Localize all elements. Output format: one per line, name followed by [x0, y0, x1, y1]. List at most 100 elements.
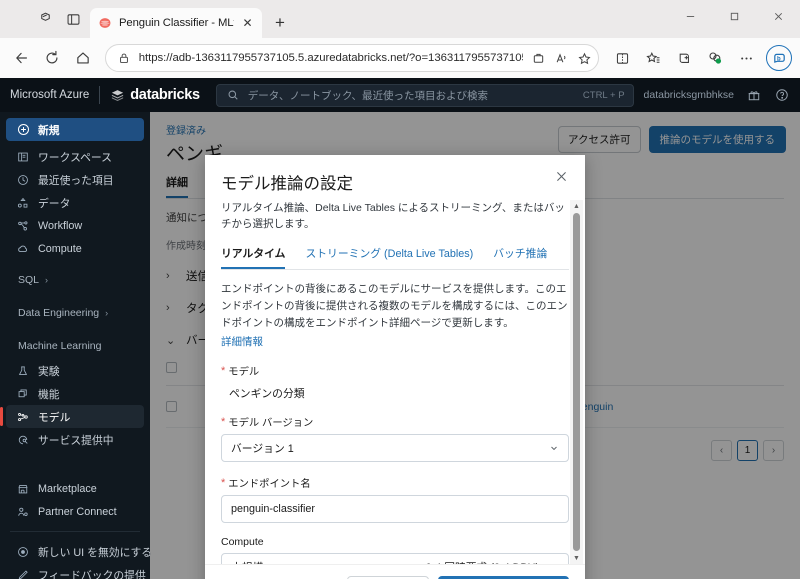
- sidebar-item-disable-new-ui[interactable]: 新しい UI を無効にする: [6, 540, 152, 563]
- sidebar-group-label: SQL: [18, 274, 40, 286]
- endpoint-label-row: * エンドポイント名: [221, 475, 569, 490]
- model-label: モデル: [228, 367, 260, 379]
- feature-icon: [16, 387, 30, 401]
- tab-split-icon[interactable]: [64, 10, 82, 28]
- required-marker: *: [221, 415, 226, 428]
- left-sidebar: 新規 ワークスペース 最近使った項目 データ Workflow Compute …: [0, 112, 152, 579]
- version-label-row: * モデル バージョン: [221, 414, 569, 429]
- tab-collections-icon[interactable]: [36, 10, 54, 28]
- sidebar-group-label: Data Engineering: [18, 307, 100, 319]
- sidebar-item-features[interactable]: 機能: [6, 382, 144, 405]
- extensions-icon[interactable]: [700, 43, 730, 73]
- collections-icon[interactable]: [530, 50, 546, 66]
- required-marker: *: [221, 476, 226, 489]
- gift-icon[interactable]: [746, 87, 762, 103]
- settings-more-icon[interactable]: [731, 43, 761, 73]
- browser-window: Penguin Classifier - MLflow Mode ✕ +: [0, 0, 800, 579]
- databricks-topbar: Microsoft Azure databricks データ、ノートブック、最近…: [0, 78, 800, 112]
- sidebar-divider: [10, 531, 140, 532]
- new-tab-button[interactable]: +: [266, 9, 294, 37]
- browser-tab[interactable]: Penguin Classifier - MLflow Mode ✕: [90, 8, 262, 38]
- workflow-icon: [16, 219, 30, 233]
- sidebar-label: Marketplace: [38, 482, 97, 495]
- favorite-star-icon[interactable]: [576, 50, 592, 66]
- sidebar-group-sql[interactable]: SQL ›: [0, 267, 150, 293]
- dialog-footer: キャンセル エンドポイントの作成: [205, 564, 585, 579]
- compute-size-select[interactable]: 小規模 0-4 同時要求 (0-4 DBU): [221, 553, 569, 564]
- global-search-placeholder: データ、ノートブック、最近使った項目および検索: [247, 89, 489, 102]
- sidebar-new-button[interactable]: 新規: [6, 118, 144, 141]
- copilot-icon[interactable]: b: [766, 45, 793, 71]
- page-viewport: Microsoft Azure databricks データ、ノートブック、最近…: [0, 78, 800, 579]
- scroll-down-arrow[interactable]: ▼: [573, 552, 580, 564]
- address-bar[interactable]: https://adb-1363117955737105.5.azuredata…: [104, 44, 600, 72]
- workspace-name[interactable]: databricksgmbhkse: [644, 89, 734, 101]
- topbar-divider: [99, 86, 101, 104]
- endpoint-name-input[interactable]: penguin-classifier: [221, 495, 569, 524]
- sidebar-group-machine-learning[interactable]: Machine Learning: [0, 333, 150, 359]
- dialog-scrollbar[interactable]: ▲ ▼: [570, 200, 583, 564]
- browser-toolbar: https://adb-1363117955737105.5.azuredata…: [0, 38, 800, 78]
- sidebar-label: 新しい UI を無効にする: [38, 546, 153, 559]
- scrollbar-thumb[interactable]: [573, 213, 580, 551]
- lock-icon: [116, 50, 132, 66]
- browser-essentials-icon[interactable]: [669, 43, 699, 73]
- toolbar-right-icons: b: [607, 43, 793, 73]
- sidebar-group-label: Machine Learning: [18, 340, 102, 352]
- sidebar-item-experiments[interactable]: 実験: [6, 359, 144, 382]
- sidebar-item-models[interactable]: モデル: [0, 405, 144, 428]
- dialog-title: モデル推論の設定: [221, 175, 353, 193]
- chevron-down-icon: [549, 443, 559, 453]
- scroll-up-arrow[interactable]: ▲: [573, 200, 580, 212]
- tab-realtime[interactable]: リアルタイム: [221, 245, 286, 269]
- workspace-icon: [16, 150, 30, 164]
- address-bar-url: https://adb-1363117955737105.5.azuredata…: [138, 52, 524, 64]
- browser-tab-title: Penguin Classifier - MLflow Mode: [119, 17, 234, 29]
- compute-detail: 0-4 同時要求 (0-4 DBU): [426, 559, 539, 564]
- browser-tabstrip: Penguin Classifier - MLflow Mode ✕ +: [0, 0, 800, 38]
- sidebar-item-data[interactable]: データ: [6, 191, 144, 214]
- reload-button[interactable]: [38, 43, 66, 73]
- cloud-icon: [16, 242, 30, 256]
- dialog-description: エンドポイントの背後にあるこのモデルにサービスを提供します。このエンドポイントの…: [221, 282, 568, 330]
- window-minimize-button[interactable]: [668, 0, 712, 32]
- sidebar-item-recents[interactable]: 最近使った項目: [6, 168, 144, 191]
- sidebar-item-provide-feedback[interactable]: フィードバックの提供: [6, 563, 146, 579]
- read-aloud-icon[interactable]: [553, 50, 569, 66]
- sidebar-label: サービス提供中: [38, 434, 114, 447]
- tab-close-icon[interactable]: ✕: [241, 17, 254, 30]
- sidebar-group-data-engineering[interactable]: Data Engineering ›: [0, 300, 150, 326]
- sidebar-item-compute[interactable]: Compute: [6, 237, 144, 260]
- sidebar-item-marketplace[interactable]: Marketplace: [6, 477, 144, 500]
- window-controls: [668, 0, 800, 32]
- sidebar-label: フィードバックの提供: [38, 569, 146, 579]
- chevron-right-icon: ›: [105, 308, 109, 318]
- sidebar-label: 実験: [38, 365, 60, 378]
- model-version-select[interactable]: バージョン 1: [221, 434, 569, 463]
- experiment-icon: [16, 364, 30, 378]
- serving-icon: [16, 433, 30, 447]
- field-model: * モデル ペンギンの分類: [221, 363, 569, 401]
- svg-text:b: b: [776, 56, 780, 62]
- more-info-link[interactable]: 詳細情報: [221, 334, 263, 349]
- model-inference-dialog: モデル推論の設定 リアルタイム推論、Delta Live Tables によるス…: [205, 155, 585, 579]
- sidebar-item-workflow[interactable]: Workflow: [6, 214, 144, 237]
- sidebar-item-partner-connect[interactable]: Partner Connect: [6, 500, 144, 523]
- dialog-tabs: リアルタイム ストリーミング (Delta Live Tables) バッチ推論: [221, 245, 569, 270]
- databricks-logo[interactable]: databricks: [110, 87, 200, 103]
- window-close-button[interactable]: [756, 0, 800, 32]
- home-button[interactable]: [68, 43, 96, 73]
- model-value: ペンギンの分類: [229, 388, 305, 401]
- tab-batch-inference[interactable]: バッチ推論: [493, 245, 547, 269]
- favorites-list-icon[interactable]: [638, 43, 668, 73]
- close-icon[interactable]: [555, 170, 569, 183]
- sidebar-item-workspace[interactable]: ワークスペース: [6, 145, 144, 168]
- help-icon[interactable]: [774, 87, 790, 103]
- tab-streaming[interactable]: ストリーミング (Delta Live Tables): [305, 245, 473, 269]
- sidebar-item-serving[interactable]: サービス提供中: [6, 428, 144, 451]
- field-endpoint-name: * エンドポイント名 penguin-classifier: [221, 475, 569, 524]
- back-button[interactable]: [8, 43, 36, 73]
- window-maximize-button[interactable]: [712, 0, 756, 32]
- split-screen-icon[interactable]: [607, 43, 637, 73]
- global-search-input[interactable]: データ、ノートブック、最近使った項目および検索 CTRL + P: [215, 83, 634, 107]
